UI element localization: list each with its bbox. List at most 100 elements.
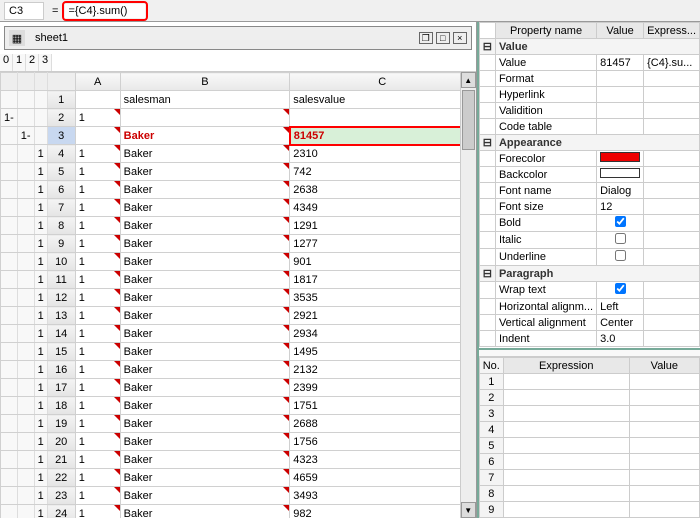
prop-expr[interactable]	[644, 299, 700, 315]
prop-value[interactable]: 12	[597, 199, 644, 215]
row-header[interactable]: 5	[47, 163, 75, 181]
outline-gutter[interactable]	[17, 199, 34, 217]
cell[interactable]: 1495	[290, 343, 475, 361]
cell[interactable]: 1	[75, 253, 120, 271]
cell[interactable]: Baker	[120, 469, 290, 487]
outline-gutter[interactable]: 1	[34, 199, 47, 217]
outline-level-0[interactable]: 0	[0, 54, 13, 71]
expr-value-cell[interactable]	[629, 454, 699, 470]
row-header[interactable]: 11	[47, 271, 75, 289]
prop-expr[interactable]	[644, 151, 700, 167]
prop-group[interactable]: Paragraph	[495, 266, 699, 282]
scroll-thumb[interactable]	[462, 90, 475, 150]
cell[interactable]: Baker	[120, 451, 290, 469]
cell[interactable]: Baker	[120, 325, 290, 343]
outline-gutter[interactable]	[1, 487, 18, 505]
grid-scroll[interactable]: A B C 1salesmansalesvalue1-211-3Baker814…	[0, 72, 476, 518]
expr-cell[interactable]	[503, 406, 629, 422]
cell[interactable]: Baker	[120, 289, 290, 307]
cell[interactable]: 1	[75, 487, 120, 505]
scroll-up-icon[interactable]: ▲	[461, 72, 476, 88]
prop-value[interactable]	[597, 215, 644, 232]
outline-gutter[interactable]	[34, 109, 47, 127]
outline-gutter[interactable]	[17, 325, 34, 343]
cell[interactable]: 1756	[290, 433, 475, 451]
outline-gutter[interactable]	[17, 145, 34, 163]
outline-gutter[interactable]	[17, 487, 34, 505]
outline-gutter[interactable]: 1	[34, 361, 47, 379]
prop-expr[interactable]	[644, 103, 700, 119]
outline-gutter[interactable]	[17, 163, 34, 181]
outline-gutter[interactable]	[1, 307, 18, 325]
cell[interactable]: Baker	[120, 145, 290, 163]
prop-value[interactable]: Left	[597, 299, 644, 315]
outline-gutter[interactable]: 1	[34, 163, 47, 181]
cell[interactable]: 1	[75, 163, 120, 181]
cell[interactable]: 2638	[290, 181, 475, 199]
cell[interactable]: Baker	[120, 181, 290, 199]
corner[interactable]	[34, 73, 47, 91]
scroll-down-icon[interactable]: ▼	[461, 502, 476, 518]
prop-expr[interactable]	[644, 249, 700, 266]
outline-gutter[interactable]	[17, 307, 34, 325]
cell[interactable]: 2399	[290, 379, 475, 397]
window-maximize-icon[interactable]: □	[436, 32, 450, 44]
outline-gutter[interactable]: 1	[34, 433, 47, 451]
outline-gutter[interactable]: 1	[34, 487, 47, 505]
outline-gutter[interactable]: 1	[34, 253, 47, 271]
cell[interactable]: 1	[75, 217, 120, 235]
outline-gutter[interactable]	[1, 343, 18, 361]
prop-value[interactable]: 81457	[597, 55, 644, 71]
prop-expr[interactable]	[644, 87, 700, 103]
expr-value-cell[interactable]	[629, 438, 699, 454]
outline-gutter[interactable]	[1, 181, 18, 199]
outline-gutter[interactable]	[1, 199, 18, 217]
cell[interactable]: 1	[75, 307, 120, 325]
cell[interactable]: Baker	[120, 397, 290, 415]
row-header[interactable]: 8	[47, 217, 75, 235]
cell[interactable]: 1	[75, 145, 120, 163]
cell[interactable]: 1	[75, 199, 120, 217]
row-header[interactable]: 1	[47, 91, 75, 109]
cell[interactable]: Baker	[120, 505, 290, 518]
outline-gutter[interactable]	[34, 127, 47, 145]
cell[interactable]: 742	[290, 163, 475, 181]
outline-level-1[interactable]: 1	[13, 54, 26, 71]
row-header[interactable]: 6	[47, 181, 75, 199]
cell[interactable]: 1	[75, 289, 120, 307]
prop-expr[interactable]	[644, 282, 700, 299]
outline-gutter[interactable]	[1, 361, 18, 379]
row-header[interactable]: 22	[47, 469, 75, 487]
outline-gutter[interactable]: 1	[34, 415, 47, 433]
cell[interactable]: 1	[75, 343, 120, 361]
expr-value-cell[interactable]	[629, 422, 699, 438]
outline-gutter[interactable]	[1, 163, 18, 181]
formula-input[interactable]	[65, 4, 145, 18]
outline-gutter[interactable]: 1	[34, 181, 47, 199]
checkbox[interactable]	[615, 216, 626, 227]
outline-gutter[interactable]	[17, 433, 34, 451]
cell[interactable]: Baker	[120, 433, 290, 451]
prop-value[interactable]: Center	[597, 315, 644, 331]
cell[interactable]: 1	[75, 109, 120, 127]
outline-gutter[interactable]	[17, 289, 34, 307]
cell[interactable]: 1277	[290, 235, 475, 253]
color-swatch[interactable]	[600, 168, 640, 178]
row-header[interactable]: 14	[47, 325, 75, 343]
cell[interactable]: Baker	[120, 235, 290, 253]
outline-gutter[interactable]: 1	[34, 307, 47, 325]
cell[interactable]: Baker	[120, 487, 290, 505]
outline-gutter[interactable]	[17, 505, 34, 518]
cell[interactable]: Baker	[120, 127, 290, 145]
cell[interactable]	[120, 109, 290, 127]
outline-gutter[interactable]: 1	[34, 145, 47, 163]
cell[interactable]: 2688	[290, 415, 475, 433]
cell[interactable]: 2934	[290, 325, 475, 343]
cell[interactable]: 1	[75, 451, 120, 469]
outline-gutter[interactable]	[1, 271, 18, 289]
checkbox[interactable]	[615, 250, 626, 261]
outline-gutter[interactable]: 1	[34, 325, 47, 343]
sheet-tab[interactable]: sheet1	[29, 30, 74, 46]
cell[interactable]: 1	[75, 415, 120, 433]
prop-group[interactable]: Value	[495, 39, 699, 55]
